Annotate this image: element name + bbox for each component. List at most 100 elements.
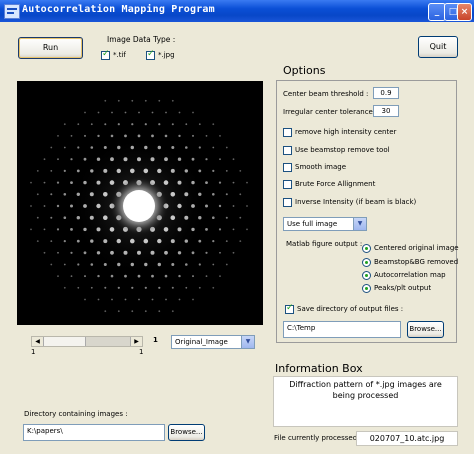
diffraction-spot	[205, 228, 208, 231]
tif-checkbox[interactable]	[101, 49, 110, 60]
jpg-label: *.jpg	[158, 51, 175, 59]
diffraction-spot	[246, 228, 248, 231]
diffraction-spot	[170, 168, 175, 173]
diffraction-spot	[43, 181, 46, 184]
diffraction-spot	[111, 111, 113, 114]
close-icon[interactable]: ×	[457, 3, 472, 21]
directory-browse-button[interactable]: Browse...	[168, 424, 205, 441]
diffraction-spot	[191, 157, 195, 161]
diffraction-spot	[198, 146, 201, 149]
diffraction-spot	[177, 227, 182, 232]
brute-force-checkbox[interactable]	[283, 180, 292, 189]
diffraction-spot	[63, 193, 67, 196]
slider-thumb[interactable]	[85, 337, 133, 346]
diffraction-spot	[30, 205, 32, 207]
diffraction-spot	[163, 180, 169, 185]
diffraction-spot	[218, 228, 222, 231]
diffraction-spot	[171, 263, 175, 266]
diffraction-spot	[131, 310, 134, 313]
diffraction-spot	[70, 275, 73, 277]
diffraction-spot	[90, 123, 93, 126]
diffraction-spot	[239, 193, 242, 196]
image-slider[interactable]: ◀ ▶	[31, 336, 143, 347]
diffraction-spot	[205, 158, 208, 161]
diffraction-spot	[185, 123, 188, 126]
diffraction-spot	[96, 203, 101, 209]
peaks-output-radio[interactable]	[362, 284, 371, 293]
info-message: Diffraction pattern of *.jpg images are …	[273, 376, 458, 427]
diffraction-spot	[170, 192, 176, 197]
diffraction-spot	[177, 251, 182, 255]
diffraction-spot	[225, 216, 228, 219]
diffraction-spot	[225, 193, 228, 196]
image-area-select[interactable]: Use full image ▼	[283, 217, 367, 231]
diffraction-spot	[198, 192, 202, 196]
diffraction-spot	[239, 240, 242, 243]
smooth-checkbox[interactable]	[283, 163, 292, 172]
save-dir-browse-button[interactable]: Browse...	[407, 321, 444, 338]
diffraction-spot	[185, 146, 188, 149]
autocorrelation-map-radio[interactable]	[362, 271, 371, 280]
diffraction-spot	[143, 168, 149, 174]
diffraction-spot	[110, 274, 114, 278]
smooth-label: Smooth image	[295, 163, 347, 171]
diffraction-spot	[138, 298, 140, 301]
diffraction-spot	[212, 286, 215, 289]
diffraction-spot	[70, 181, 73, 184]
diffraction-spot	[219, 158, 221, 161]
view-select[interactable]: Original_Image ▼	[171, 335, 255, 349]
diffraction-spot	[218, 181, 222, 184]
diffraction-spot	[239, 170, 242, 172]
diffraction-spot	[50, 240, 53, 243]
autocorrelation-map-label: Autocorrelation map	[374, 271, 446, 279]
diffraction-spot	[232, 158, 235, 161]
diffraction-spot	[158, 99, 161, 102]
irregular-input[interactable]: 30	[373, 105, 399, 117]
diffraction-spot	[103, 146, 107, 149]
chevron-down-icon[interactable]: ▼	[353, 218, 366, 230]
tif-label: *.tif	[113, 51, 126, 59]
save-dir-input[interactable]: C:\Temp	[283, 321, 401, 338]
directory-label: Directory containing images :	[24, 410, 128, 418]
diffraction-spot	[131, 123, 134, 126]
centered-image-radio[interactable]	[362, 244, 371, 253]
diffraction-spot	[158, 123, 161, 126]
diffraction-spot	[109, 227, 115, 232]
directory-input[interactable]: K:\papers\	[23, 424, 165, 441]
beamstop-bg-label: Beamstop&BG removed	[374, 258, 459, 266]
remove-center-checkbox[interactable]	[283, 128, 292, 137]
diffraction-spot	[117, 123, 120, 126]
jpg-checkbox[interactable]	[146, 49, 155, 60]
diffraction-spot	[239, 216, 242, 219]
diffraction-spot	[178, 134, 181, 138]
diffraction-spot	[225, 170, 228, 172]
diffraction-spot	[144, 310, 147, 313]
window-title: Autocorrelation Mapping Program	[22, 4, 215, 15]
slider-left-arrow-icon[interactable]: ◀	[32, 337, 44, 346]
run-button[interactable]: Run	[18, 37, 83, 59]
quit-button[interactable]: Quit	[418, 36, 458, 58]
beamstop-bg-radio[interactable]	[362, 258, 371, 267]
diffraction-spot	[137, 157, 141, 162]
inverse-checkbox[interactable]	[283, 198, 292, 207]
diffraction-spot	[77, 146, 80, 149]
diffraction-spot	[84, 134, 86, 137]
diffraction-spot	[178, 274, 181, 278]
diffraction-spot	[116, 168, 122, 174]
beamstop-label: Use beamstop remove tool	[295, 146, 390, 154]
save-dir-checkbox[interactable]	[285, 303, 294, 314]
diffraction-spot	[123, 157, 128, 162]
diffraction-spot	[177, 180, 182, 185]
diffraction-spot	[90, 286, 93, 289]
diffraction-spot	[171, 310, 174, 313]
diffraction-spot	[164, 134, 168, 138]
diffraction-spot	[192, 134, 194, 137]
slider-right-arrow-icon[interactable]: ▶	[130, 337, 142, 346]
diffraction-spot	[103, 215, 108, 220]
diffraction-spot	[138, 111, 140, 114]
beamstop-checkbox[interactable]	[283, 146, 292, 155]
diffraction-spot	[83, 157, 87, 161]
chevron-down-icon[interactable]: ▼	[241, 336, 254, 348]
center-threshold-input[interactable]: 0.9	[373, 87, 399, 99]
diffraction-spot	[219, 275, 221, 277]
